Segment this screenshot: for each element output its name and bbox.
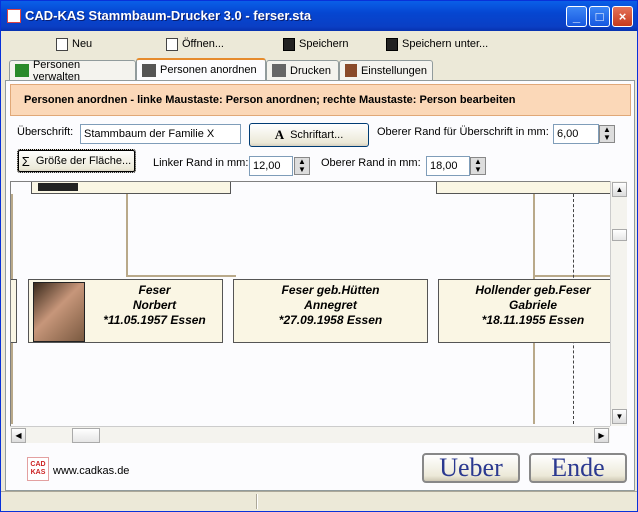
toolbar: Neu Öffnen... Speichern Speichern unter.… (1, 31, 637, 57)
about-button[interactable]: Ueber (422, 453, 520, 483)
status-bar (1, 491, 637, 511)
people-icon (142, 63, 156, 77)
app-window: CAD-KAS Stammbaum-Drucker 3.0 - ferser.s… (0, 0, 638, 512)
app-icon (7, 9, 21, 23)
save-as-button[interactable]: Speichern unter... (386, 36, 488, 52)
new-button[interactable]: Neu (56, 36, 92, 52)
connector-line (533, 275, 610, 277)
title-bar[interactable]: CAD-KAS Stammbaum-Drucker 3.0 - ferser.s… (1, 1, 637, 31)
connector-line (126, 194, 128, 277)
person-firstname: Annegret (304, 298, 357, 312)
open-button[interactable]: Öffnen... (166, 36, 224, 52)
floppy-disk-edit-icon (386, 37, 398, 51)
person-birth: *11.05.1957 Essen (103, 313, 206, 327)
info-banner: Personen anordnen - linke Maustaste: Per… (10, 84, 631, 116)
person-card-partial[interactable] (31, 182, 231, 194)
top-margin-heading-spinner[interactable]: ▲ ▼ (599, 125, 615, 143)
person-birth: *18.11.1955 Essen (481, 313, 585, 327)
top-margin-heading-input[interactable]: 6,00 (553, 124, 599, 144)
top-margin-heading-label: Oberer Rand für Überschrift in mm: (377, 126, 549, 138)
person-card-0[interactable]: Feser Norbert *11.05.1957 Essen (28, 279, 223, 343)
left-margin-label: Linker Rand in mm: (153, 157, 249, 169)
top-margin-label: Oberer Rand in mm: (321, 157, 421, 169)
open-file-icon (166, 37, 178, 51)
scroll-down-arrow-icon[interactable]: ▼ (612, 409, 627, 424)
person-surname: Hollender geb.Feser (475, 283, 591, 297)
tab-personen-verwalten[interactable]: Personen verwalten (9, 58, 136, 83)
vertical-scroll-thumb[interactable] (612, 229, 627, 241)
floppy-disk-icon (283, 37, 295, 51)
website-link[interactable]: www.cadkas.de (53, 465, 129, 477)
area-size-button[interactable]: Σ Größe der Fläche... (17, 149, 136, 173)
tab-label: Drucken (290, 64, 331, 77)
new-file-icon (56, 37, 68, 51)
font-button-label: Schriftart... (290, 129, 344, 141)
heading-label: Überschrift: (17, 126, 74, 138)
sum-icon: Σ (21, 153, 30, 169)
person-photo (33, 282, 85, 342)
vertical-scrollbar[interactable]: ▲ ▼ (610, 181, 627, 426)
open-label: Öffnen... (182, 38, 224, 50)
top-margin-input[interactable]: 18,00 (426, 156, 470, 176)
save-button[interactable]: Speichern (283, 36, 349, 52)
cadkas-logo: CAD KAS (27, 457, 49, 481)
exit-button[interactable]: Ende (529, 453, 627, 483)
person-walk-icon (15, 64, 29, 77)
close-button[interactable]: × (612, 6, 633, 27)
person-card-partial[interactable] (11, 279, 17, 343)
photo-partial (38, 183, 78, 191)
heading-input[interactable]: Stammbaum der Familie X (80, 124, 241, 144)
scroll-left-arrow-icon[interactable]: ◀ (11, 428, 26, 443)
person-firstname: Norbert (132, 298, 177, 312)
scroll-up-arrow-icon[interactable]: ▲ (612, 182, 627, 197)
person-firstname: Gabriele (508, 298, 558, 312)
horizontal-scroll-thumb[interactable] (72, 428, 100, 443)
save-as-label: Speichern unter... (402, 38, 489, 50)
connector-line (126, 275, 236, 277)
tab-label: Personen anordnen (160, 64, 257, 76)
tab-einstellungen[interactable]: Einstellungen (339, 60, 433, 80)
person-birth: *27.09.1958 Essen (278, 313, 383, 327)
printer-icon (272, 64, 286, 77)
tab-strip: Personen verwalten Personen anordnen Dru… (5, 58, 635, 83)
horizontal-scrollbar[interactable]: ◀ ▶ (10, 426, 610, 443)
left-margin-spinner[interactable]: ▲ ▼ (294, 157, 310, 175)
minimize-button[interactable]: _ (566, 6, 587, 27)
person-surname: Feser (138, 283, 171, 297)
left-margin-input[interactable]: 12,00 (249, 156, 293, 176)
person-card-partial[interactable] (436, 182, 610, 194)
tab-label: Einstellungen (360, 64, 427, 77)
maximize-button[interactable]: □ (589, 6, 610, 27)
person-surname: Feser geb.Hütten (281, 283, 380, 297)
tab-drucken[interactable]: Drucken (266, 60, 339, 80)
new-label: Neu (72, 38, 93, 50)
font-button[interactable]: A Schriftart... (249, 123, 369, 147)
window-title: CAD-KAS Stammbaum-Drucker 3.0 - ferser.s… (25, 8, 312, 23)
family-tree-canvas[interactable]: Feser Norbert *11.05.1957 Essen Feser ge… (10, 181, 610, 426)
font-icon: A (274, 127, 285, 142)
status-separator (256, 494, 258, 509)
tools-icon (345, 64, 357, 77)
person-card-1[interactable]: Feser geb.Hütten Annegret *27.09.1958 Es… (233, 279, 428, 343)
area-size-button-label: Größe der Fläche... (35, 155, 132, 167)
person-card-2[interactable]: Hollender geb.Feser Gabriele *18.11.1955… (438, 279, 610, 343)
tab-label: Personen verwalten (32, 58, 81, 83)
tab-personen-anordnen[interactable]: Personen anordnen (136, 58, 266, 80)
save-label: Speichern (299, 38, 349, 50)
top-margin-spinner[interactable]: ▲ ▼ (470, 157, 486, 175)
scroll-right-arrow-icon[interactable]: ▶ (594, 428, 609, 443)
